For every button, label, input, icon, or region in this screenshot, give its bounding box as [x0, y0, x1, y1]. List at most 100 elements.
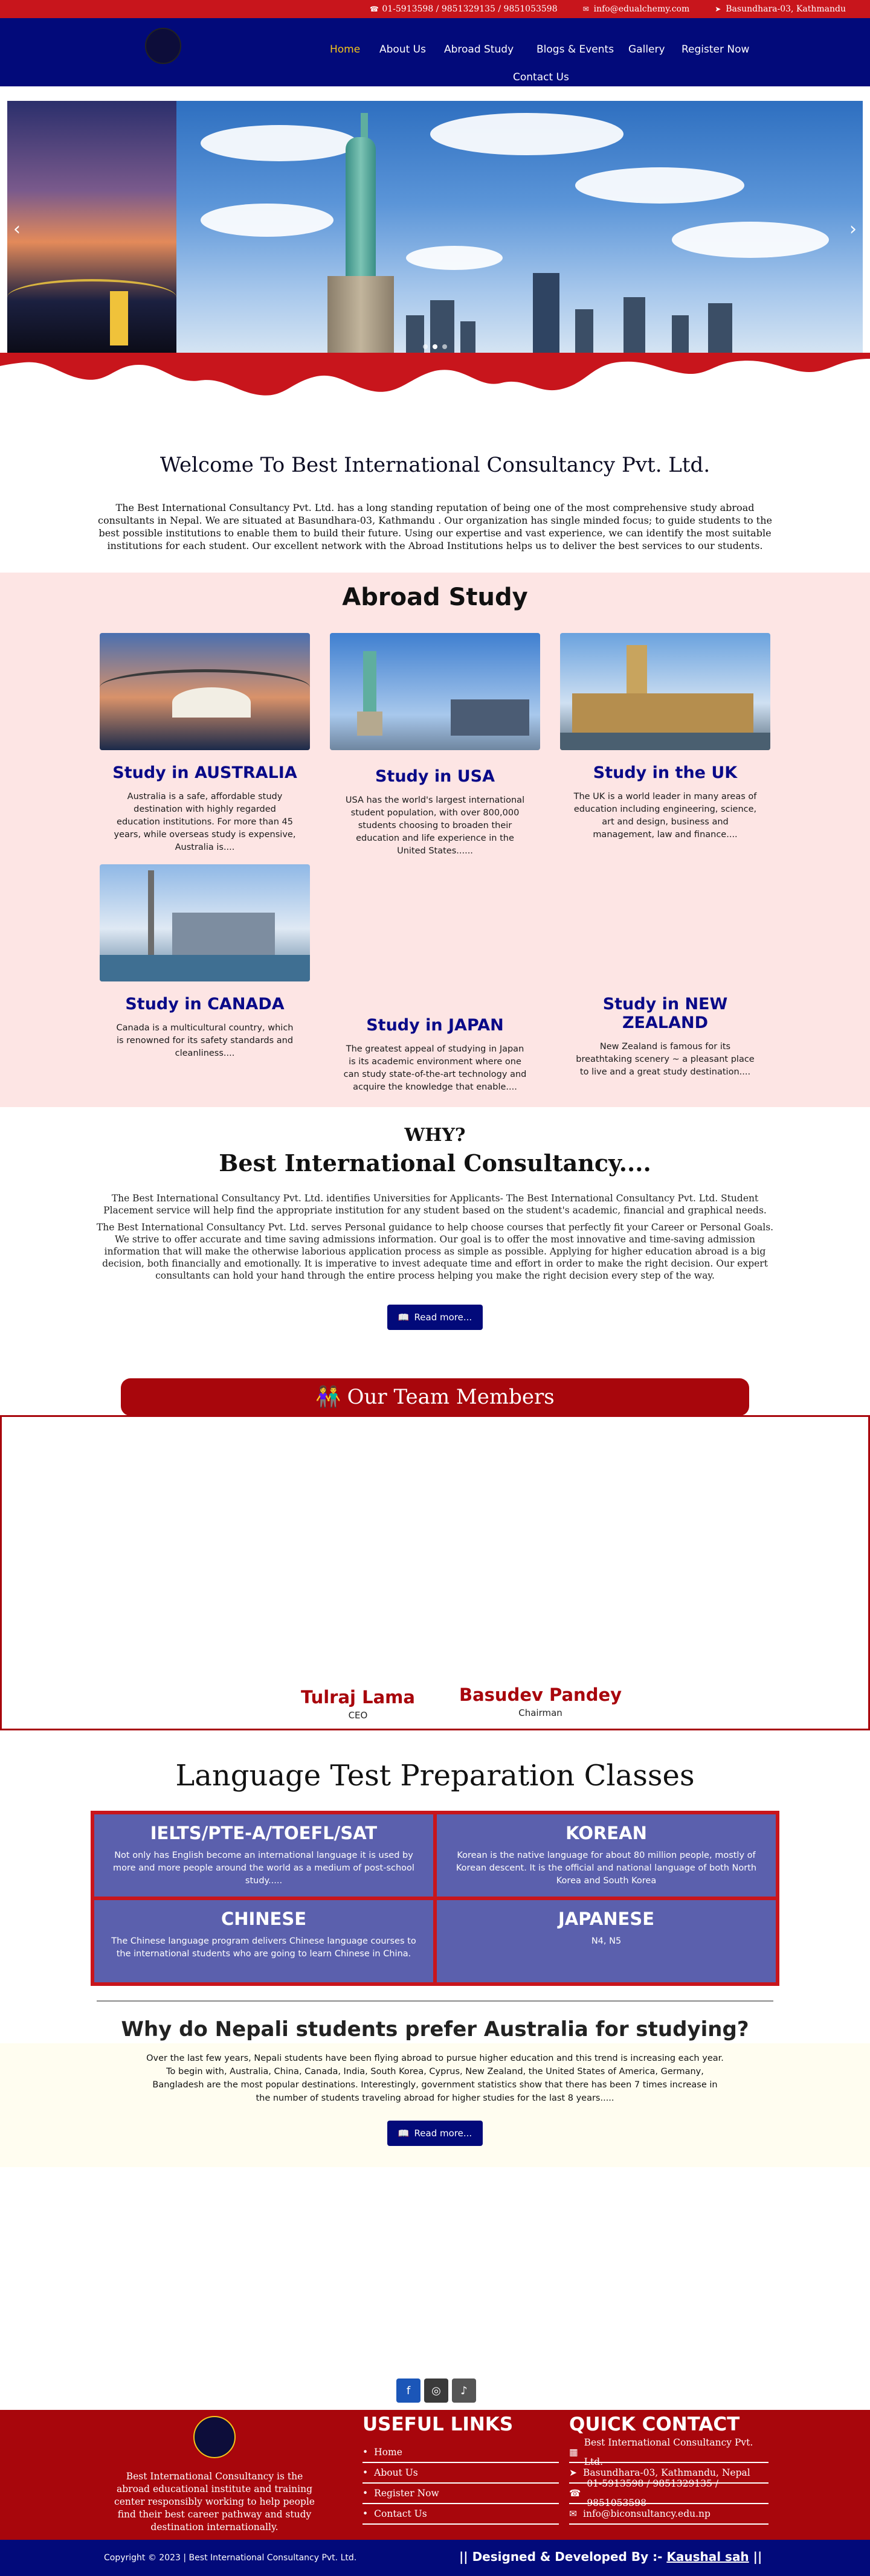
- nav-blogs-events[interactable]: Blogs & Events: [536, 43, 614, 56]
- slider-dot[interactable]: [442, 344, 447, 349]
- top-contact-bar: ☎ 01-5913598 / 9851329135 / 9851053598 ✉…: [0, 0, 870, 18]
- language-cell-text: Not only has English become an internati…: [113, 1851, 414, 1886]
- footer-links-title: USEFUL LINKS: [362, 2414, 514, 2435]
- slider-next-arrow[interactable]: ›: [849, 219, 857, 240]
- language-cell-text: The Chinese language program delivers Ch…: [111, 1936, 416, 1959]
- topbar-phone[interactable]: ☎ 01-5913598 / 9851329135 / 9851053598: [369, 4, 558, 14]
- team-member: Basudev Pandey Chairman: [459, 1685, 622, 1718]
- topbar-address: ➤ Basundhara-03, Kathmandu: [715, 4, 846, 14]
- instagram-icon[interactable]: ◎: [424, 2378, 448, 2403]
- footer-link-contact-us[interactable]: • Contact Us: [362, 2504, 559, 2525]
- language-cell-text: N4, N5: [591, 1936, 622, 1946]
- language-cell-title: JAPANESE: [558, 1909, 655, 1929]
- nav-gallery[interactable]: Gallery: [628, 43, 665, 56]
- study-card-usa[interactable]: Study in USA USA has the world's largest…: [330, 633, 540, 858]
- section-divider: [97, 2000, 773, 2002]
- tiktok-icon[interactable]: ♪: [452, 2378, 476, 2403]
- why-kicker: WHY?: [404, 1125, 466, 1146]
- language-cell-title: KOREAN: [566, 1823, 647, 1843]
- language-cell-chinese[interactable]: CHINESE The Chinese language program del…: [92, 1898, 435, 1984]
- study-card-text: New Zealand is famous for its breathtaki…: [576, 1042, 755, 1077]
- bullet-icon: •: [362, 2508, 369, 2519]
- footer-about: Best International Consultancy is the ab…: [109, 2410, 320, 2534]
- language-cell-japanese[interactable]: JAPANESE N4, N5: [435, 1898, 778, 1984]
- team-member: Tulraj Lama CEO: [301, 1687, 415, 1721]
- slider-dot[interactable]: [423, 344, 428, 349]
- nav-register-now[interactable]: Register Now: [682, 43, 749, 56]
- footer-link-home[interactable]: • Home: [362, 2443, 559, 2463]
- study-card-japan[interactable]: Study in JAPAN The greatest appeal of st…: [330, 885, 540, 1094]
- social-links: f ◎ ♪: [396, 2378, 476, 2403]
- envelope-icon: ✉: [582, 5, 589, 13]
- team-members-box: Tulraj Lama CEO Basudev Pandey Chairman: [0, 1415, 870, 1730]
- study-card-title: Study in JAPAN: [366, 1016, 504, 1035]
- welcome-title: Welcome To Best International Consultanc…: [160, 453, 710, 477]
- australia-image: [100, 633, 310, 750]
- why-paragraph-2: The Best International Consultancy Pvt. …: [96, 1222, 774, 1281]
- footer-contact-phone[interactable]: ☎ 01-5913598 / 9851329135 / 9851053598: [569, 2478, 768, 2508]
- language-cell-ielts[interactable]: IELTS/PTE-A/TOEFL/SAT Not only has Engli…: [92, 1813, 435, 1898]
- study-card-text: Canada is a multicultural country, which…: [116, 1023, 294, 1058]
- footer-link-about-us[interactable]: • About Us: [362, 2463, 559, 2484]
- why-read-more-button[interactable]: 📖 Read more...: [387, 1305, 483, 1330]
- member-name: Basudev Pandey: [459, 1685, 622, 1705]
- study-card-title: Study in NEW ZEALAND: [602, 995, 728, 1032]
- member-role: Chairman: [518, 1707, 562, 1718]
- site-logo[interactable]: [145, 28, 181, 64]
- nav-about-us[interactable]: About Us: [379, 43, 426, 56]
- language-cell-title: CHINESE: [221, 1909, 307, 1929]
- phone-icon: ☎: [369, 5, 379, 13]
- usa-image: [330, 633, 540, 750]
- australia-text: Over the last few years, Nepali students…: [146, 2054, 724, 2103]
- canada-image: [100, 864, 310, 981]
- abroad-study-section: Abroad Study Study in AUSTRALIA Australi…: [0, 573, 870, 1107]
- nav-contact-us[interactable]: Contact Us: [513, 71, 569, 83]
- language-cell-text: Korean is the native language for about …: [456, 1851, 757, 1886]
- study-card-text: USA has the world's largest internationa…: [345, 795, 525, 856]
- developer-link[interactable]: Kaushal sah: [666, 2549, 749, 2564]
- developer-credit: || Designed & Developed By :- Kaushal sa…: [459, 2549, 762, 2564]
- main-navigation: Home About Us Abroad Study Blogs & Event…: [0, 18, 870, 86]
- study-card-new-zealand[interactable]: Study in NEW ZEALAND New Zealand is famo…: [560, 864, 770, 1079]
- nav-abroad-study[interactable]: Abroad Study: [444, 43, 514, 56]
- bullet-icon: •: [362, 2447, 369, 2458]
- topbar-email[interactable]: ✉ info@edualchemy.com: [582, 4, 690, 14]
- study-card-text: The UK is a world leader in many areas o…: [573, 792, 757, 840]
- australia-read-more-button[interactable]: 📖 Read more...: [387, 2121, 483, 2146]
- statue-shape: [327, 113, 394, 358]
- why-section: WHY? Best International Consultancy.... …: [0, 1111, 870, 1330]
- abroad-study-title: Abroad Study: [342, 583, 528, 611]
- footer: Best International Consultancy is the ab…: [0, 2410, 870, 2540]
- envelope-icon: ✉: [569, 2508, 577, 2519]
- book-icon: 📖: [398, 2128, 410, 2139]
- team-section-header: 👫 Our Team Members: [121, 1378, 749, 1416]
- study-card-uk[interactable]: Study in the UK The UK is a world leader…: [560, 633, 770, 841]
- nav-menu: Home About Us Abroad Study Blogs & Event…: [330, 43, 765, 92]
- study-card-title: Study in the UK: [593, 763, 738, 782]
- bullet-icon: •: [362, 2467, 369, 2478]
- why-paragraph-1: The Best International Consultancy Pvt. …: [103, 1193, 767, 1216]
- footer-quick-contact: QUICK CONTACT ▦ Best International Consul…: [569, 2414, 768, 2525]
- australia-section-title: Why do Nepali students prefer Australia …: [121, 2017, 749, 2041]
- footer-link-register-now[interactable]: • Register Now: [362, 2484, 559, 2504]
- study-card-title: Study in CANADA: [125, 995, 285, 1013]
- study-card-text: The greatest appeal of studying in Japan…: [343, 1044, 527, 1092]
- book-icon: 📖: [398, 1312, 410, 1323]
- building-icon: ▦: [569, 2447, 578, 2458]
- facebook-icon[interactable]: f: [396, 2378, 420, 2403]
- location-icon: ➤: [569, 2467, 577, 2478]
- slider-prev-arrow[interactable]: ‹: [13, 219, 21, 240]
- language-cell-korean[interactable]: KOREAN Korean is the native language for…: [435, 1813, 778, 1898]
- hero-slider: ‹ ›: [7, 101, 863, 358]
- language-cell-title: IELTS/PTE-A/TOEFL/SAT: [150, 1823, 378, 1843]
- footer-useful-links: USEFUL LINKS • Home • About Us • Register N…: [362, 2414, 559, 2525]
- slider-dot[interactable]: [433, 344, 437, 349]
- study-card-canada[interactable]: Study in CANADA Canada is a multicultura…: [100, 864, 310, 1060]
- study-card-text: Australia is a safe, affordable study de…: [114, 792, 296, 852]
- nav-home[interactable]: Home: [330, 43, 360, 56]
- study-card-australia[interactable]: Study in AUSTRALIA Australia is a safe, …: [100, 633, 310, 854]
- copyright-text: Copyright © 2023 | Best International Co…: [104, 2553, 357, 2563]
- footer-contact-company: ▦ Best International Consultancy Pvt. Ltd…: [569, 2437, 768, 2467]
- new-zealand-image: [560, 864, 770, 981]
- bullet-icon: •: [362, 2488, 369, 2499]
